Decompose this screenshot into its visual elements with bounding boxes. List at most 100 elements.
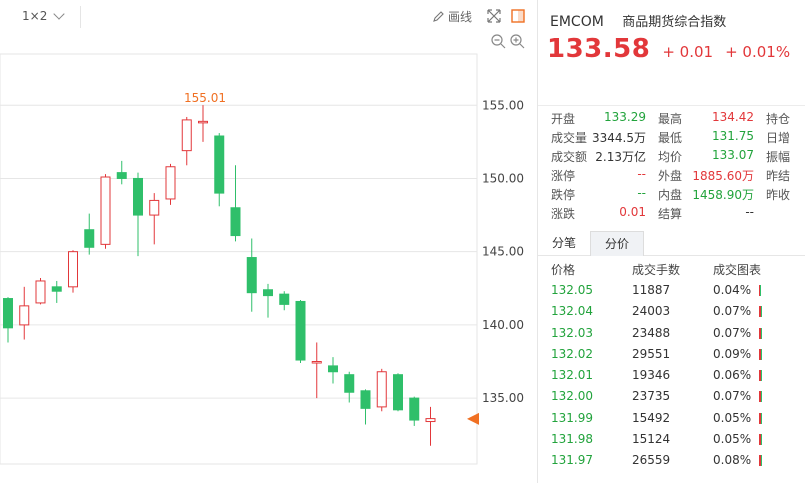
candle-body xyxy=(165,166,176,200)
candle-body xyxy=(181,119,192,152)
candle-body xyxy=(425,418,436,423)
cell-price: 132.00 xyxy=(551,389,593,404)
volume-share-bar xyxy=(759,412,762,424)
stats-row: 成交量 3344.5万 最低 131.75 日增 xyxy=(538,127,805,146)
column-header-chart: 成交图表 xyxy=(713,263,762,277)
table-row[interactable]: 131.99 15492 0.05% xyxy=(538,408,805,429)
cell-price: 132.01 xyxy=(551,368,593,383)
cell-price: 131.97 xyxy=(551,453,593,468)
price-row: 133.58 + 0.01 + 0.01% xyxy=(547,34,790,64)
stat-value: -- xyxy=(637,186,646,200)
y-tick-label: 135.00 xyxy=(482,391,524,405)
volume-share-bar xyxy=(759,285,762,296)
price-distribution-table[interactable]: 132.05 11887 0.04% 132.04 24003 0.07% 132.03 23… xyxy=(538,280,805,472)
cell-percent: 0.07% xyxy=(713,304,752,319)
stat-label: 最低 xyxy=(658,131,683,145)
stat-label: 持仓 xyxy=(766,112,791,126)
table-row[interactable]: 131.98 15124 0.05% xyxy=(538,429,805,450)
stat-value: 2.13万亿 xyxy=(595,150,646,164)
table-row[interactable]: 132.01 19346 0.06% xyxy=(538,365,805,386)
table-row[interactable]: 132.00 23735 0.07% xyxy=(538,386,805,407)
candle-body xyxy=(376,371,387,408)
tab-price-distribution[interactable]: 分价 xyxy=(590,231,644,256)
high-price-label: 155.01 xyxy=(184,91,226,105)
stat-value: 1885.60万 xyxy=(692,169,754,183)
column-header-price: 价格 xyxy=(551,263,576,277)
stat-label: 振幅 xyxy=(766,150,791,164)
candle-body xyxy=(84,229,95,248)
volume-share-bar xyxy=(759,434,762,446)
y-tick-label: 150.00 xyxy=(482,171,524,185)
cell-price: 131.98 xyxy=(551,432,593,447)
cell-volume: 26559 xyxy=(632,453,671,468)
candle-body xyxy=(311,361,322,364)
stat-value: 133.29 xyxy=(604,110,646,124)
stat-label: 结算 xyxy=(658,207,683,221)
stat-value: 0.01 xyxy=(619,205,646,219)
quote-panel: EMCOM 商品期货综合指数 133.58 + 0.01 + 0.01% 开盘 … xyxy=(537,0,805,483)
price-change-percent: + 0.01% xyxy=(725,43,791,61)
candle-body xyxy=(68,251,78,288)
detail-tabs: 分笔 分价 xyxy=(538,231,805,256)
stat-value: 131.75 xyxy=(712,129,754,143)
instrument-name: 商品期货综合指数 xyxy=(622,15,727,30)
cell-volume: 29551 xyxy=(632,346,671,361)
candle-body xyxy=(246,257,257,294)
tab-ticks[interactable]: 分笔 xyxy=(538,231,590,255)
table-row[interactable]: 132.04 24003 0.07% xyxy=(538,301,805,322)
table-row[interactable]: 132.05 11887 0.04% xyxy=(538,280,805,301)
stat-label: 跌停 xyxy=(551,188,576,202)
cell-percent: 0.06% xyxy=(713,368,752,383)
candle-body xyxy=(100,176,111,245)
stat-value: -- xyxy=(637,167,646,181)
candle-body xyxy=(51,286,62,292)
candle-body xyxy=(214,135,225,194)
price-change: + 0.01 xyxy=(662,43,714,61)
cell-percent: 0.08% xyxy=(713,453,752,468)
cell-price: 132.02 xyxy=(551,346,593,361)
cell-volume: 19346 xyxy=(632,368,671,383)
stat-label: 内盘 xyxy=(658,188,683,202)
candle-body xyxy=(198,120,208,124)
volume-share-bar xyxy=(759,348,762,360)
candlestick-chart[interactable]: 155.00 150.00 145.00 140.00 135.00 155.01 xyxy=(0,0,536,483)
stat-value: 134.42 xyxy=(712,110,754,124)
chart-panel: 1×2 画线 155.00 150.00 145.00 140.00 135.0… xyxy=(0,0,536,483)
stats-row: 开盘 133.29 最高 134.42 持仓 xyxy=(538,108,805,127)
stat-label: 日增 xyxy=(766,131,791,145)
stat-label: 最高 xyxy=(658,112,683,126)
table-row[interactable]: 132.02 29551 0.09% xyxy=(538,344,805,365)
cell-percent: 0.07% xyxy=(713,389,752,404)
volume-share-bar xyxy=(759,455,762,467)
stat-value: 1458.90万 xyxy=(692,188,754,202)
stat-label: 外盘 xyxy=(658,169,683,183)
instrument-header: EMCOM 商品期货综合指数 xyxy=(550,11,726,30)
candle-body xyxy=(360,390,371,409)
cell-price: 132.05 xyxy=(551,283,593,297)
stat-label: 成交额 xyxy=(551,150,588,164)
candle-body xyxy=(19,305,30,326)
stat-label: 涨跌 xyxy=(551,207,576,221)
table-row[interactable]: 131.97 26559 0.08% xyxy=(538,450,805,471)
candle-body xyxy=(393,374,403,411)
volume-share-bar xyxy=(759,370,762,382)
stat-label: 昨结 xyxy=(766,169,791,183)
table-header: 价格 成交手数 成交图表 xyxy=(538,256,805,280)
volume-share-bar xyxy=(759,327,762,339)
stat-value: 3344.5万 xyxy=(592,131,646,145)
candle-body xyxy=(35,280,46,304)
candle-body xyxy=(263,289,273,297)
cell-volume: 11887 xyxy=(632,283,671,297)
stats-row: 涨停 -- 外盘 1885.60万 昨结 xyxy=(538,165,805,184)
cell-price: 132.03 xyxy=(551,325,593,340)
cell-volume: 24003 xyxy=(632,304,671,319)
y-tick-label: 140.00 xyxy=(482,318,524,332)
candle-body xyxy=(328,365,338,373)
stats-row: 成交额 2.13万亿 均价 133.07 振幅 xyxy=(538,146,805,165)
cell-price: 132.04 xyxy=(551,304,593,319)
candle-body xyxy=(409,397,420,421)
stats-row: 跌停 -- 内盘 1458.90万 昨收 xyxy=(538,184,805,203)
table-row[interactable]: 132.03 23488 0.07% xyxy=(538,323,805,344)
candle-body xyxy=(279,293,290,305)
cell-volume: 15492 xyxy=(632,410,671,425)
